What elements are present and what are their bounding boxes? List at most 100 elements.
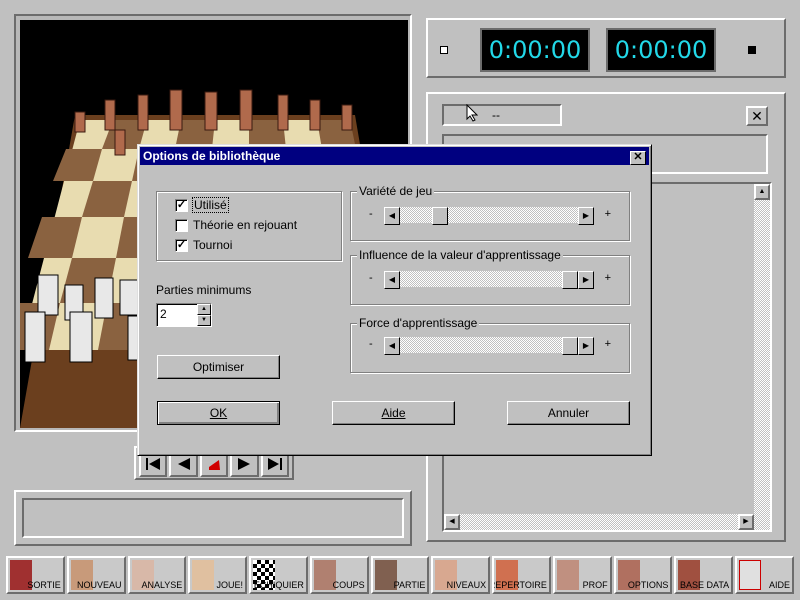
- right-clock: 0:00:00: [606, 28, 716, 72]
- toolbar-label: OPTIONS: [627, 580, 669, 590]
- toolbar-label: JOUE!: [216, 580, 244, 590]
- toolbar-options-button[interactable]: OPTIONS: [613, 556, 673, 594]
- scroll-left-arrow-icon[interactable]: ◀: [384, 271, 400, 289]
- toolbar-nouveau-button[interactable]: NOUVEAU: [66, 556, 126, 594]
- usage-group: ✓ Utilisé Théorie en rejouant ✓ Tournoi: [156, 191, 342, 261]
- min-games-value[interactable]: 2: [160, 307, 167, 321]
- spin-down-arrow-icon[interactable]: ▼: [197, 315, 211, 326]
- variety-minus: -: [369, 208, 373, 220]
- scroll-right-arrow-icon[interactable]: ▶: [738, 514, 754, 530]
- checkbox-utilise-label: Utilisé: [192, 197, 229, 213]
- checkbox-utilise[interactable]: ✓ Utilisé: [175, 197, 229, 213]
- checkbox-theorie-box[interactable]: [175, 218, 188, 232]
- scroll-right-arrow-icon[interactable]: ▶: [578, 207, 594, 225]
- toolbar-label: NIVEAUX: [446, 580, 487, 590]
- toolbar-sortie-button[interactable]: SORTIE: [6, 556, 65, 594]
- cancel-button[interactable]: Annuler: [507, 401, 630, 425]
- toolbar-coups-button[interactable]: COUPS: [309, 556, 369, 594]
- learning-influence-plus: +: [604, 272, 611, 284]
- dialog-close-button[interactable]: ✕: [630, 151, 646, 165]
- status-box: [14, 490, 412, 546]
- close-icon: ✕: [751, 108, 763, 124]
- stop-icon: [209, 460, 221, 470]
- toolbar-label: PROF: [582, 580, 608, 590]
- close-icon: ✕: [633, 151, 643, 163]
- ok-button-label: OK: [209, 406, 228, 420]
- scroll-left-arrow-icon[interactable]: ◀: [444, 514, 460, 530]
- scroll-left-arrow-icon[interactable]: ◀: [384, 207, 400, 225]
- variety-thumb[interactable]: [432, 207, 448, 225]
- main-toolbar: SORTIE NOUVEAU ANALYSE JOUE! ECHIQUIER C…: [6, 556, 794, 596]
- min-games-label: Parties minimums: [156, 283, 252, 297]
- min-games-spinner[interactable]: 2 ▲ ▼: [156, 303, 212, 327]
- learning-strength-group: Force d'apprentissage - ◀ ▶ +: [350, 316, 630, 373]
- toolbar-label: NOUVEAU: [77, 580, 122, 590]
- checkbox-utilise-box[interactable]: ✓: [175, 198, 188, 212]
- checkbox-theorie[interactable]: Théorie en rejouant: [175, 218, 297, 232]
- white-turn-indicator: [440, 46, 448, 54]
- learning-strength-thumb[interactable]: [562, 337, 578, 355]
- mouse-cursor-icon: [466, 103, 479, 122]
- library-options-dialog: Options de bibliothèque ✕ ✓ Utilisé Théo…: [137, 144, 652, 456]
- moves-scrollbar[interactable]: ▲: [754, 184, 770, 530]
- toolbar-label: SORTIE: [27, 580, 61, 590]
- variety-track[interactable]: ◀ ▶: [383, 206, 595, 225]
- toolbar-label: ANALYSE: [141, 580, 183, 590]
- checkbox-tournoi-box[interactable]: ✓: [175, 238, 188, 252]
- professor-icon: [556, 560, 579, 590]
- last-icon: [267, 458, 282, 470]
- move-field: --: [442, 104, 562, 126]
- toolbar-repertoire-button[interactable]: REPERTOIRE: [492, 556, 551, 594]
- help-button-label: Aide: [381, 406, 406, 420]
- spin-up-arrow-icon[interactable]: ▲: [197, 304, 211, 315]
- learning-influence-legend: Influence de la valeur d'apprentissage: [357, 248, 563, 262]
- toolbar-label: AIDE: [768, 580, 790, 590]
- help-button[interactable]: Aide: [332, 401, 455, 425]
- forward-icon: [238, 458, 251, 470]
- clock-panel: 0:00:00 0:00:00: [426, 18, 786, 78]
- learning-influence-thumb[interactable]: [562, 271, 578, 289]
- toolbar-aide-button[interactable]: AIDE: [735, 556, 794, 594]
- checkbox-tournoi[interactable]: ✓ Tournoi: [175, 238, 232, 252]
- variety-plus: +: [604, 208, 611, 220]
- optimize-button[interactable]: Optimiser: [157, 355, 280, 379]
- scroll-up-arrow-icon[interactable]: ▲: [754, 184, 770, 200]
- toolbar-niveaux-button[interactable]: NIVEAUX: [431, 556, 491, 594]
- toolbar-partie-button[interactable]: PARTIE: [370, 556, 430, 594]
- scroll-left-arrow-icon[interactable]: ◀: [384, 337, 400, 355]
- scroll-right-arrow-icon[interactable]: ▶: [578, 271, 594, 289]
- toolbar-label: ECHIQUIER: [253, 580, 304, 590]
- checkbox-tournoi-label: Tournoi: [193, 238, 233, 252]
- first-aid-icon: [739, 560, 762, 590]
- learning-influence-track[interactable]: ◀ ▶: [383, 270, 595, 289]
- toolbar-label: PARTIE: [393, 580, 426, 590]
- back-icon: [177, 458, 190, 470]
- toolbar-label: REPERTOIRE: [492, 580, 547, 590]
- dialog-title-bar[interactable]: Options de bibliothèque ✕: [140, 147, 649, 165]
- learning-strength-minus: -: [369, 338, 373, 350]
- toolbar-analyse-button[interactable]: ANALYSE: [127, 556, 187, 594]
- ok-button[interactable]: OK: [157, 401, 280, 425]
- learning-influence-group: Influence de la valeur d'apprentissage -…: [350, 248, 630, 305]
- info-close-button[interactable]: ✕: [746, 106, 768, 126]
- toolbar-basedata-button[interactable]: BASE DATA: [674, 556, 734, 594]
- spinner-buttons: ▲ ▼: [197, 304, 211, 326]
- status-text-box: [22, 498, 404, 538]
- toolbar-joue-button[interactable]: JOUE!: [188, 556, 248, 594]
- scroll-right-arrow-icon[interactable]: ▶: [578, 337, 594, 355]
- variety-group: Variété de jeu - ◀ ▶ +: [350, 184, 630, 241]
- toolbar-label: COUPS: [332, 580, 365, 590]
- learning-influence-minus: -: [369, 272, 373, 284]
- moves-hscrollbar[interactable]: ◀ ▶: [444, 514, 754, 530]
- toolbar-label: BASE DATA: [680, 580, 730, 590]
- variety-slider[interactable]: - ◀ ▶ +: [369, 206, 611, 225]
- learning-strength-track[interactable]: ◀ ▶: [383, 336, 595, 355]
- toolbar-prof-button[interactable]: PROF: [552, 556, 612, 594]
- variety-legend: Variété de jeu: [357, 184, 435, 198]
- dialog-title: Options de bibliothèque: [143, 149, 281, 163]
- learning-strength-slider[interactable]: - ◀ ▶ +: [369, 336, 611, 355]
- learning-influence-slider[interactable]: - ◀ ▶ +: [369, 270, 611, 289]
- learning-strength-plus: +: [604, 338, 611, 350]
- move-field-text: --: [492, 108, 500, 122]
- toolbar-echiquier-button[interactable]: ECHIQUIER: [249, 556, 308, 594]
